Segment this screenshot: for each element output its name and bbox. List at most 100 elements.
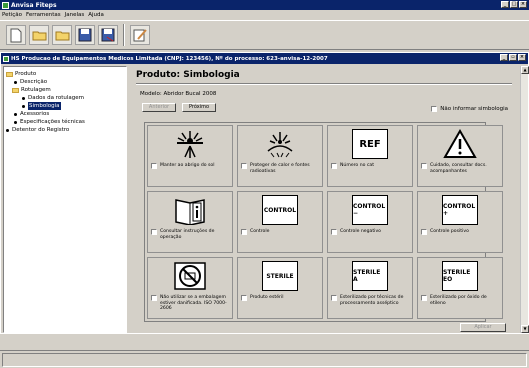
product-window-titlebar: HS Producao de Equipamentos Medicos Limi… bbox=[1, 53, 528, 64]
title-divider bbox=[136, 83, 512, 85]
symbol-label: Consultar instruções de operação bbox=[160, 229, 215, 240]
symbol-cell: STERILE Produto estéril bbox=[237, 257, 323, 319]
sterile-aseptic-symbol: STERILE A bbox=[352, 261, 388, 291]
instructions-book-icon bbox=[172, 195, 208, 225]
control-symbol: CONTROL bbox=[262, 195, 298, 225]
tree-label: Acessorios bbox=[20, 111, 50, 117]
status-bar bbox=[0, 350, 529, 368]
symbol-option[interactable]: Controle negativo bbox=[331, 229, 381, 235]
symbol-option[interactable]: Número no cat bbox=[331, 163, 374, 169]
symbology-panel: Produto: Simbologia Modelo: Abridor Buca… bbox=[130, 66, 518, 333]
symbol-cell: REF Número no cat bbox=[327, 125, 413, 187]
symbol-cell: Cuidado, consultar docs. acompanhantes bbox=[417, 125, 503, 187]
mdi-area: HS Producao de Equipamentos Medicos Limi… bbox=[0, 52, 529, 334]
previous-button[interactable]: Anterior bbox=[142, 103, 176, 112]
no-damaged-package-icon bbox=[172, 261, 208, 291]
scroll-up-arrow[interactable]: ▲ bbox=[521, 66, 529, 74]
tree-item-dados[interactable]: Dados da rotulagem bbox=[6, 94, 124, 102]
symbol-text: REF bbox=[359, 138, 381, 150]
symbol-grid: Manter ao abrigo do sol Proteger de calo… bbox=[144, 122, 503, 322]
symbol-text: CONTROL − bbox=[353, 203, 386, 217]
symbol-option[interactable]: Produto estéril bbox=[241, 295, 283, 301]
symbol-cell: Manter ao abrigo do sol bbox=[147, 125, 233, 187]
skip-symbology-checkbox[interactable] bbox=[431, 106, 438, 112]
symbol-option[interactable]: Controle positivo bbox=[421, 229, 469, 235]
symbol-option[interactable]: Consultar instruções de operação bbox=[151, 229, 232, 240]
child-close-button[interactable]: × bbox=[518, 54, 526, 61]
child-restore-button[interactable]: ▫ bbox=[509, 54, 517, 61]
tree-label: Dados da rotulagem bbox=[28, 95, 84, 101]
tree-label: Rotulagem bbox=[21, 87, 51, 93]
sun-icon bbox=[172, 129, 208, 159]
tree-label: Especificações técnicas bbox=[20, 119, 85, 125]
save-all-icon[interactable] bbox=[98, 25, 118, 45]
control-positive-symbol: CONTROL + bbox=[442, 195, 478, 225]
symbol-cell: Consultar instruções de operação bbox=[147, 191, 233, 253]
product-window-title: HS Producao de Equipamentos Medicos Limi… bbox=[11, 55, 328, 62]
vertical-scrollbar[interactable]: ▲ ▼ bbox=[520, 66, 529, 333]
save-icon[interactable] bbox=[75, 25, 95, 45]
symbol-option[interactable]: Não utilizar se a embalagem estiver dani… bbox=[151, 295, 232, 312]
symbol-text: STERILE A bbox=[353, 269, 381, 283]
symbol-cell: CONTROL Controle bbox=[237, 191, 323, 253]
app-icon bbox=[2, 1, 9, 9]
next-button[interactable]: Próximo bbox=[182, 103, 216, 112]
warning-triangle-icon bbox=[442, 129, 478, 159]
maximize-button[interactable]: □ bbox=[510, 1, 518, 8]
tree-item-detentor[interactable]: Detentor do Registro bbox=[6, 126, 124, 134]
menu-peticao[interactable]: Petição bbox=[2, 12, 22, 18]
page-title: Produto: Simbologia bbox=[136, 70, 240, 80]
symbol-cell: CONTROL − Controle negativo bbox=[327, 191, 413, 253]
tree-item-descricao[interactable]: Descrição bbox=[6, 78, 124, 86]
new-document-icon[interactable] bbox=[6, 25, 26, 45]
scroll-down-arrow[interactable]: ▼ bbox=[521, 325, 529, 333]
sterile-symbol: STERILE bbox=[262, 261, 298, 291]
apply-button[interactable]: Aplicar bbox=[460, 323, 506, 332]
child-minimize-button[interactable]: _ bbox=[500, 54, 508, 61]
symbol-option[interactable]: Manter ao abrigo do sol bbox=[151, 163, 215, 169]
tree-item-acessorios[interactable]: Acessorios bbox=[6, 110, 124, 118]
tree-label: Produto bbox=[15, 71, 37, 77]
menu-ajuda[interactable]: Ajuda bbox=[88, 12, 104, 18]
symbol-cell: STERILE A Esterilizado por técnicas de p… bbox=[327, 257, 413, 319]
toolbar bbox=[0, 20, 529, 50]
ref-symbol: REF bbox=[352, 129, 388, 159]
symbol-label: Cuidado, consultar docs. acompanhantes bbox=[430, 163, 487, 174]
tree-label: Detentor do Registro bbox=[12, 127, 70, 133]
tree-item-produto[interactable]: Produto bbox=[6, 70, 124, 78]
symbol-option[interactable]: Cuidado, consultar docs. acompanhantes bbox=[421, 163, 502, 174]
heat-radiation-icon bbox=[262, 129, 298, 159]
tree-label: Descrição bbox=[20, 79, 48, 85]
tree-item-rotulagem[interactable]: Rotulagem bbox=[6, 86, 124, 94]
symbol-label: Proteger de calor e fontes radioativas bbox=[250, 163, 310, 174]
status-pane bbox=[2, 353, 527, 367]
symbol-text: STERILE bbox=[266, 272, 294, 280]
menu-ferramentas[interactable]: Ferramentas bbox=[26, 12, 61, 18]
symbol-label: Produto estéril bbox=[250, 295, 284, 300]
control-negative-symbol: CONTROL − bbox=[352, 195, 388, 225]
skip-symbology-option[interactable]: Não informar simbologia bbox=[431, 106, 508, 112]
symbol-option[interactable]: Controle bbox=[241, 229, 269, 235]
symbol-cell: Proteger de calor e fontes radioativas bbox=[237, 125, 323, 187]
model-label: Modelo: Abridor Bucal 2008 bbox=[140, 91, 217, 97]
symbol-option[interactable]: Esterilizado por óxido de etileno bbox=[421, 295, 502, 306]
app-titlebar: Anvisa Fiteps _ □ × bbox=[0, 0, 529, 10]
open-folder-icon[interactable] bbox=[52, 25, 72, 45]
minimize-button[interactable]: _ bbox=[501, 1, 509, 8]
symbol-option[interactable]: Proteger de calor e fontes radioativas bbox=[241, 163, 322, 174]
edit-icon[interactable] bbox=[130, 25, 150, 45]
close-button[interactable]: × bbox=[519, 1, 527, 8]
folder-icon bbox=[6, 71, 13, 77]
symbol-label: Controle negativo bbox=[340, 229, 381, 234]
symbol-label: Esterilizado por óxido de etileno bbox=[430, 295, 487, 306]
symbol-option[interactable]: Esterilizado por técnicas de processamen… bbox=[331, 295, 412, 306]
symbol-text: CONTROL bbox=[263, 206, 297, 214]
tree-item-simbologia[interactable]: Simbologia bbox=[6, 102, 124, 110]
symbol-label: Número no cat bbox=[340, 163, 375, 168]
symbol-text: CONTROL + bbox=[443, 203, 476, 217]
open-folder-icon[interactable] bbox=[29, 25, 49, 45]
folder-icon bbox=[12, 87, 19, 93]
tree-item-especificacoes[interactable]: Especificações técnicas bbox=[6, 118, 124, 126]
menu-janelas[interactable]: Janelas bbox=[65, 12, 85, 18]
menu-bar: Petição Ferramentas Janelas Ajuda bbox=[0, 10, 529, 19]
